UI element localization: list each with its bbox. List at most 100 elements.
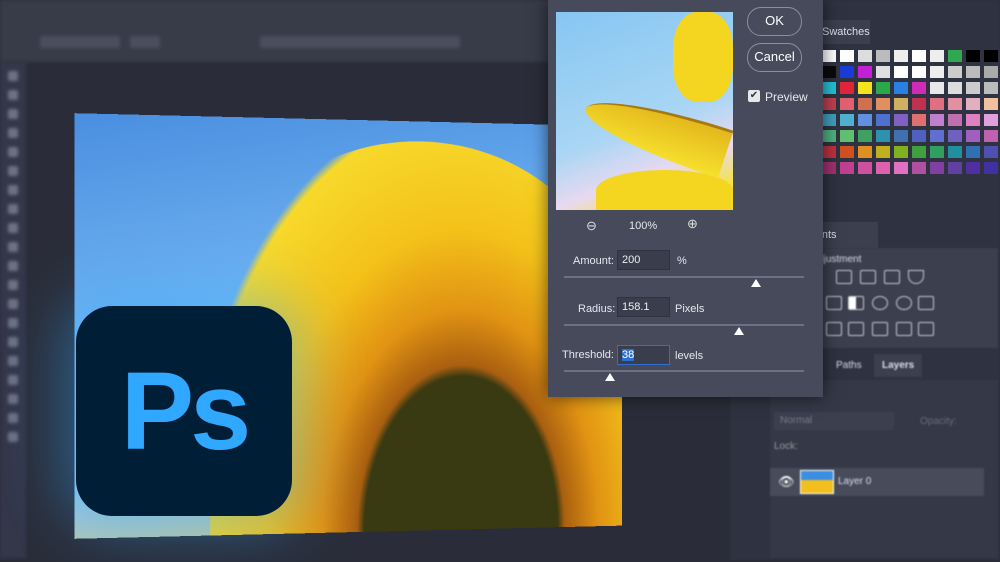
color-swatch[interactable] <box>948 114 962 126</box>
color-swatch[interactable] <box>966 114 980 126</box>
color-swatch[interactable] <box>876 146 890 158</box>
color-swatch[interactable] <box>912 98 926 110</box>
color-swatch[interactable] <box>894 162 908 174</box>
color-swatch[interactable] <box>984 162 998 174</box>
color-swatch[interactable] <box>840 50 854 62</box>
color-swatch[interactable] <box>840 66 854 78</box>
color-swatch[interactable] <box>984 66 998 78</box>
radius-input[interactable]: 158.1 <box>617 297 670 317</box>
color-swatch[interactable] <box>858 114 872 126</box>
channel-mixer-icon[interactable] <box>896 296 912 310</box>
color-swatch[interactable] <box>966 50 980 62</box>
color-swatch[interactable] <box>840 130 854 142</box>
color-swatch[interactable] <box>840 146 854 158</box>
color-swatch[interactable] <box>984 114 998 126</box>
color-swatch[interactable] <box>930 82 944 94</box>
color-swatch[interactable] <box>948 98 962 110</box>
color-swatch[interactable] <box>876 50 890 62</box>
color-swatch[interactable] <box>930 50 944 62</box>
color-swatch[interactable] <box>858 82 872 94</box>
photo-filter-icon[interactable] <box>872 296 888 310</box>
color-swatch[interactable] <box>894 50 908 62</box>
color-swatch[interactable] <box>822 66 836 78</box>
ok-button[interactable]: OK <box>747 7 802 36</box>
color-swatch[interactable] <box>930 98 944 110</box>
color-swatch[interactable] <box>894 82 908 94</box>
color-swatch[interactable] <box>840 98 854 110</box>
color-swatch[interactable] <box>822 82 836 94</box>
color-lookup-icon[interactable] <box>918 296 934 310</box>
document-tab[interactable] <box>40 36 120 48</box>
color-swatch[interactable] <box>912 66 926 78</box>
color-swatch[interactable] <box>930 130 944 142</box>
color-swatch[interactable] <box>858 146 872 158</box>
color-swatch[interactable] <box>840 82 854 94</box>
threshold-icon[interactable] <box>872 322 888 336</box>
tab-adjustments[interactable]: Adjustments <box>818 222 878 248</box>
color-swatch[interactable] <box>966 82 980 94</box>
preview-checkbox[interactable]: ✔ <box>748 90 760 102</box>
color-swatch[interactable] <box>912 146 926 158</box>
color-swatch[interactable] <box>876 162 890 174</box>
radius-slider[interactable] <box>564 324 804 335</box>
color-swatch[interactable] <box>858 162 872 174</box>
color-swatch[interactable] <box>912 50 926 62</box>
amount-slider-thumb[interactable] <box>751 279 761 287</box>
color-swatch[interactable] <box>822 50 836 62</box>
tab-paths[interactable]: Paths <box>836 360 862 371</box>
visibility-eye-icon[interactable]: 👁︎ <box>778 474 795 490</box>
color-swatch[interactable] <box>858 130 872 142</box>
color-swatch[interactable] <box>894 146 908 158</box>
curves-icon[interactable] <box>860 270 876 284</box>
color-swatch[interactable] <box>948 146 962 158</box>
color-swatch[interactable] <box>930 114 944 126</box>
color-swatch[interactable] <box>822 162 836 174</box>
selective-color-icon[interactable] <box>918 322 934 336</box>
threshold-slider-thumb[interactable] <box>604 373 615 381</box>
tools-panel[interactable] <box>0 62 26 558</box>
amount-slider[interactable] <box>564 276 804 287</box>
color-swatch[interactable] <box>966 130 980 142</box>
color-swatch[interactable] <box>966 98 980 110</box>
document-tab[interactable] <box>260 36 460 48</box>
color-swatch[interactable] <box>948 50 962 62</box>
color-swatch[interactable] <box>948 162 962 174</box>
color-swatch[interactable] <box>948 82 962 94</box>
tab-layers[interactable]: Layers <box>874 354 923 377</box>
color-swatch[interactable] <box>876 66 890 78</box>
color-swatch[interactable] <box>876 82 890 94</box>
threshold-slider[interactable] <box>564 370 804 381</box>
color-swatch[interactable] <box>930 146 944 158</box>
color-swatch[interactable] <box>876 98 890 110</box>
color-swatch[interactable] <box>876 130 890 142</box>
exposure-icon[interactable] <box>884 270 900 284</box>
color-swatch[interactable] <box>822 114 836 126</box>
color-swatch[interactable] <box>966 146 980 158</box>
color-swatch[interactable] <box>822 98 836 110</box>
document-tab[interactable] <box>130 36 160 48</box>
black-white-icon[interactable] <box>848 296 864 310</box>
filter-preview[interactable] <box>556 12 733 210</box>
color-swatch[interactable] <box>984 50 998 62</box>
layer-row[interactable]: 👁︎ Layer 0 <box>770 468 984 496</box>
posterize-icon[interactable] <box>848 322 864 336</box>
radius-slider-thumb[interactable] <box>734 327 745 335</box>
color-swatch[interactable] <box>840 114 854 126</box>
color-swatch[interactable] <box>858 98 872 110</box>
color-swatch[interactable] <box>894 66 908 78</box>
color-swatch[interactable] <box>912 162 926 174</box>
swatches-grid[interactable] <box>822 50 998 174</box>
levels-icon[interactable] <box>836 270 852 284</box>
zoom-in-icon[interactable]: ⊕ <box>687 216 698 232</box>
vibrance-icon[interactable] <box>908 270 924 284</box>
zoom-out-icon[interactable]: ⊖ <box>586 218 597 234</box>
color-swatch[interactable] <box>984 98 998 110</box>
color-swatch[interactable] <box>840 162 854 174</box>
color-swatch[interactable] <box>984 130 998 142</box>
threshold-input[interactable]: 38 <box>617 345 670 365</box>
color-swatch[interactable] <box>876 114 890 126</box>
invert-icon[interactable] <box>826 322 842 336</box>
color-swatch[interactable] <box>930 66 944 78</box>
color-swatch[interactable] <box>966 162 980 174</box>
color-swatch[interactable] <box>894 114 908 126</box>
